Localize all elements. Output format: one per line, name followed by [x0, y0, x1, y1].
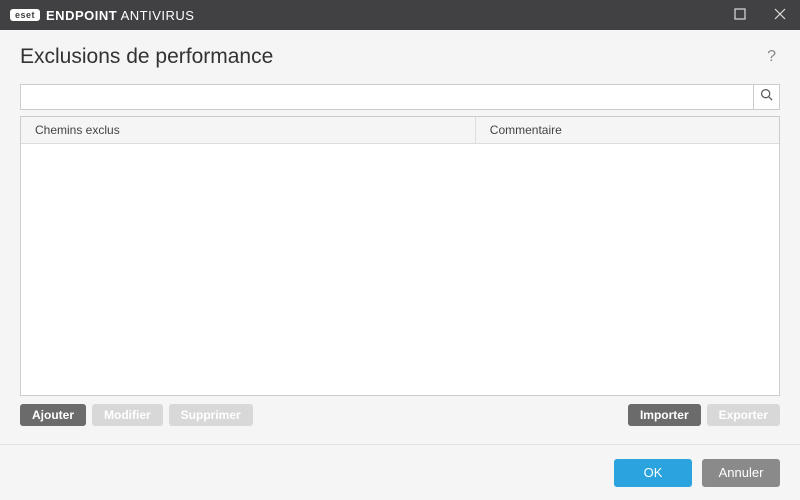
maximize-icon [734, 8, 746, 23]
help-icon: ? [767, 48, 776, 65]
window-maximize-button[interactable] [720, 0, 760, 30]
edit-button[interactable]: Modifier [92, 404, 163, 426]
content-area: Chemins exclus Commentaire Ajouter Modif… [0, 84, 800, 434]
column-header-comment[interactable]: Commentaire [476, 117, 779, 143]
table-header-row: Chemins exclus Commentaire [21, 117, 779, 144]
brand-word-1: ENDPOINT [46, 8, 117, 23]
help-button[interactable]: ? [763, 44, 780, 70]
page-header: Exclusions de performance ? [0, 30, 800, 84]
export-button[interactable]: Exporter [707, 404, 780, 426]
window-close-button[interactable] [760, 0, 800, 30]
ok-button[interactable]: OK [614, 459, 692, 487]
search-row [20, 84, 780, 110]
brand-word-2: ANTIVIRUS [121, 8, 195, 23]
add-button[interactable]: Ajouter [20, 404, 86, 426]
titlebar: eset ENDPOINT ANTIVIRUS [0, 0, 800, 30]
table-toolbar: Ajouter Modifier Supprimer Importer Expo… [20, 404, 780, 434]
page-title: Exclusions de performance [20, 45, 763, 69]
column-header-path[interactable]: Chemins exclus [21, 117, 476, 143]
table-body [21, 144, 779, 395]
search-icon [760, 88, 773, 106]
search-input[interactable] [20, 84, 754, 110]
delete-button[interactable]: Supprimer [169, 404, 253, 426]
cancel-button[interactable]: Annuler [702, 459, 780, 487]
search-button[interactable] [754, 84, 780, 110]
brand-text: ENDPOINT ANTIVIRUS [46, 8, 194, 23]
exclusions-table: Chemins exclus Commentaire [20, 116, 780, 396]
brand-badge: eset [10, 9, 40, 21]
import-button[interactable]: Importer [628, 404, 701, 426]
dialog-footer: OK Annuler [0, 444, 800, 500]
close-icon [774, 8, 786, 23]
